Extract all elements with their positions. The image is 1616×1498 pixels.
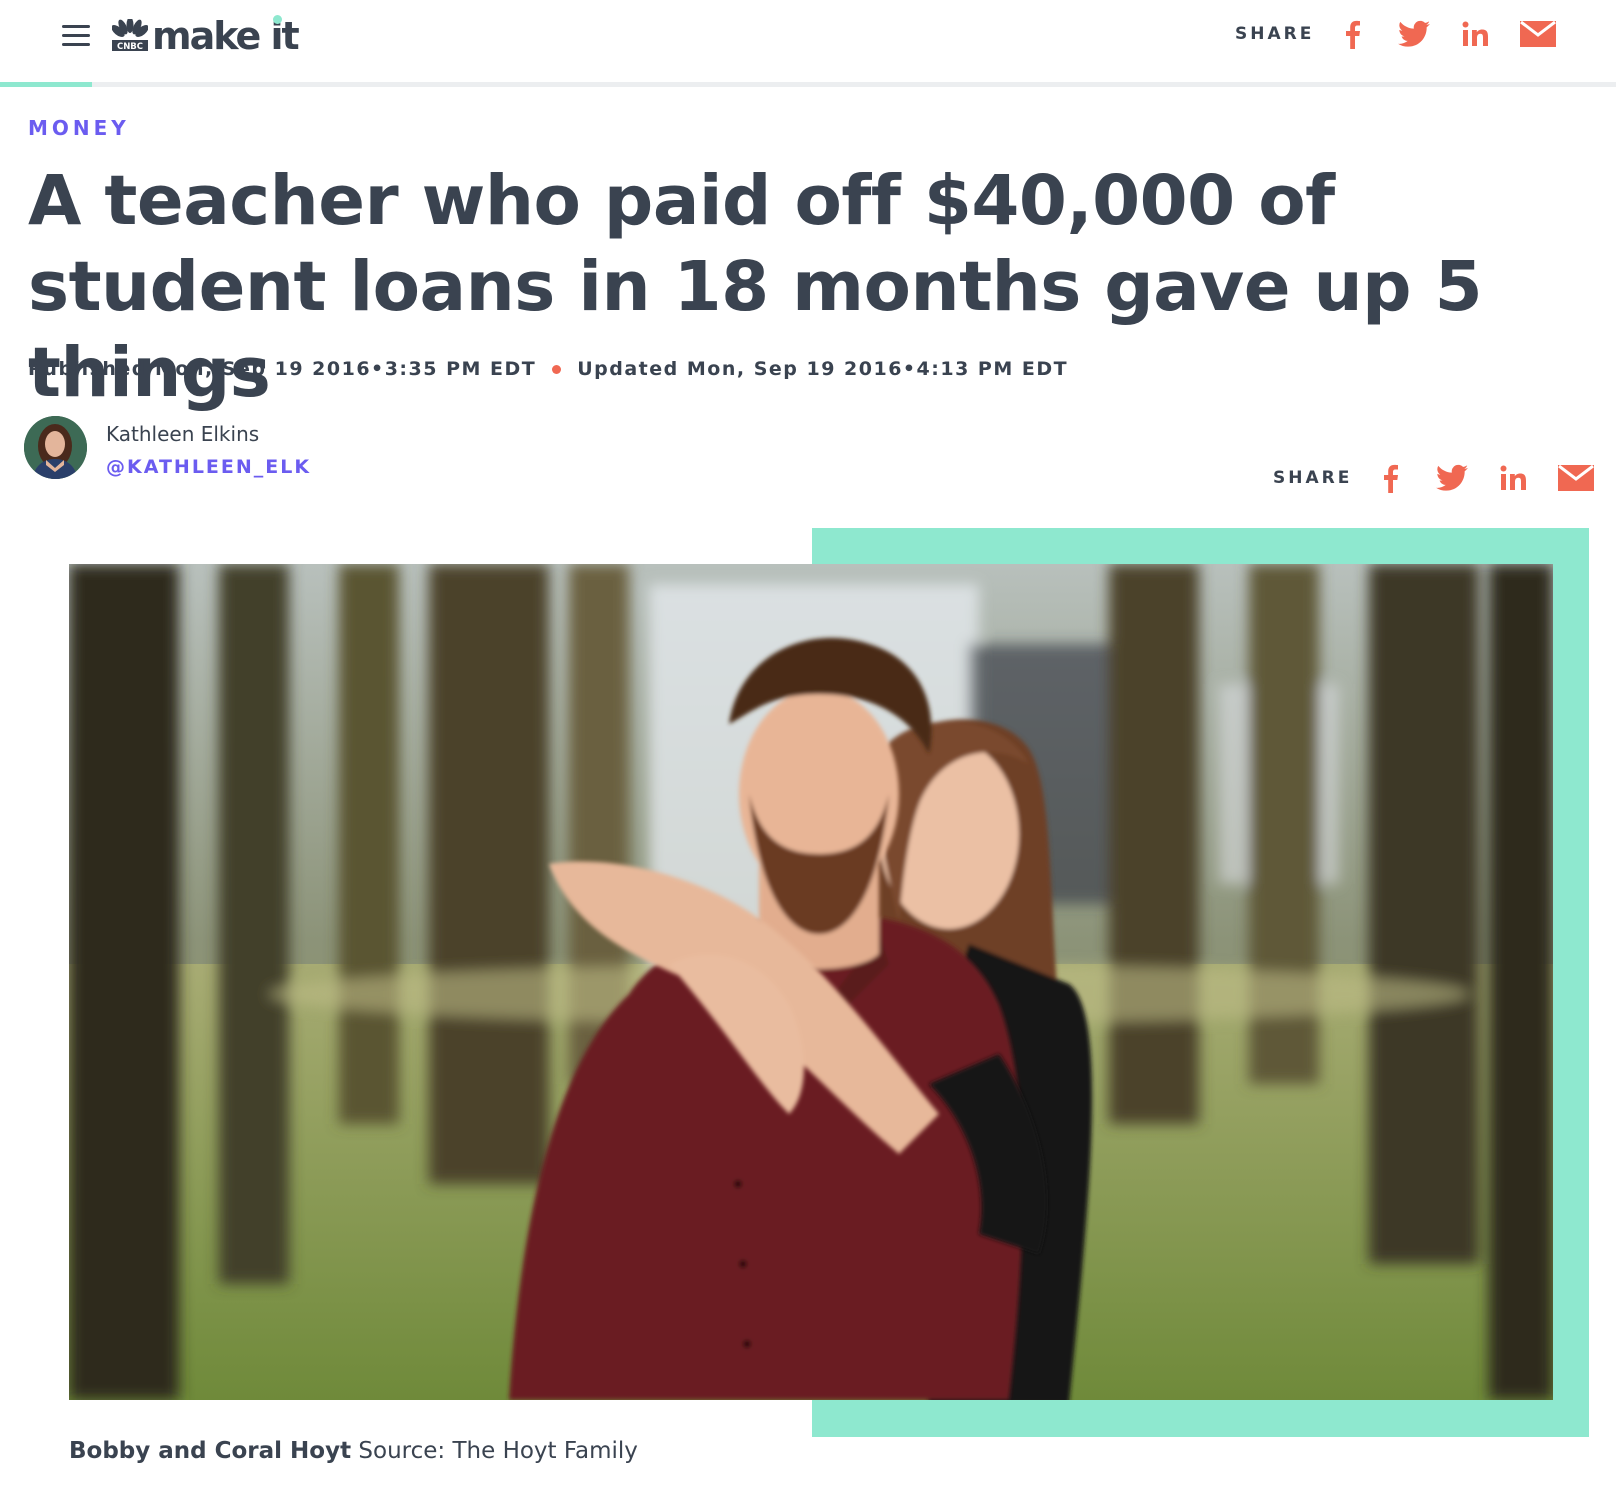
header-divider bbox=[0, 82, 1616, 87]
top-navigation-bar: CNBC make it SHARE bbox=[0, 0, 1616, 88]
section-link[interactable]: MONEY bbox=[28, 116, 130, 140]
share-label: SHARE bbox=[1273, 468, 1353, 488]
make-it-logo[interactable]: CNBC make it bbox=[112, 12, 300, 60]
linkedin-icon[interactable] bbox=[1494, 458, 1534, 498]
nbc-peacock-icon: CNBC bbox=[112, 19, 148, 52]
logo-dot bbox=[272, 15, 282, 24]
header-share-bar: SHARE bbox=[1235, 14, 1558, 54]
updated-date: Updated Mon, Sep 19 2016•4:13 PM EDT bbox=[577, 358, 1069, 380]
svg-text:CNBC: CNBC bbox=[117, 42, 143, 52]
share-label: SHARE bbox=[1235, 24, 1315, 44]
article-dateline: Published Mon, Sep 19 2016•3:35 PM EDT U… bbox=[28, 358, 1068, 380]
email-icon[interactable] bbox=[1556, 458, 1596, 498]
article-share-bar: SHARE bbox=[1273, 458, 1596, 498]
linkedin-icon[interactable] bbox=[1456, 14, 1496, 54]
image-caption: Bobby and Coral Hoyt Source: The Hoyt Fa… bbox=[69, 1438, 638, 1464]
author-twitter-handle[interactable]: @KATHLEEN_ELK bbox=[106, 456, 311, 478]
article-hero-image[interactable] bbox=[69, 564, 1553, 1400]
twitter-icon[interactable] bbox=[1394, 14, 1434, 54]
reading-progress-bar bbox=[0, 82, 93, 87]
caption-subject: Bobby and Coral Hoyt bbox=[69, 1438, 352, 1464]
email-icon[interactable] bbox=[1518, 14, 1558, 54]
author-avatar[interactable] bbox=[24, 416, 87, 479]
caption-source: Source: The Hoyt Family bbox=[358, 1438, 638, 1464]
date-separator-dot bbox=[552, 364, 562, 374]
published-date: Published Mon, Sep 19 2016•3:35 PM EDT bbox=[28, 358, 537, 380]
twitter-icon[interactable] bbox=[1432, 458, 1472, 498]
facebook-icon[interactable] bbox=[1370, 458, 1410, 498]
facebook-icon[interactable] bbox=[1332, 14, 1372, 54]
menu-icon[interactable] bbox=[60, 22, 92, 48]
author-name[interactable]: Kathleen Elkins bbox=[106, 422, 259, 446]
